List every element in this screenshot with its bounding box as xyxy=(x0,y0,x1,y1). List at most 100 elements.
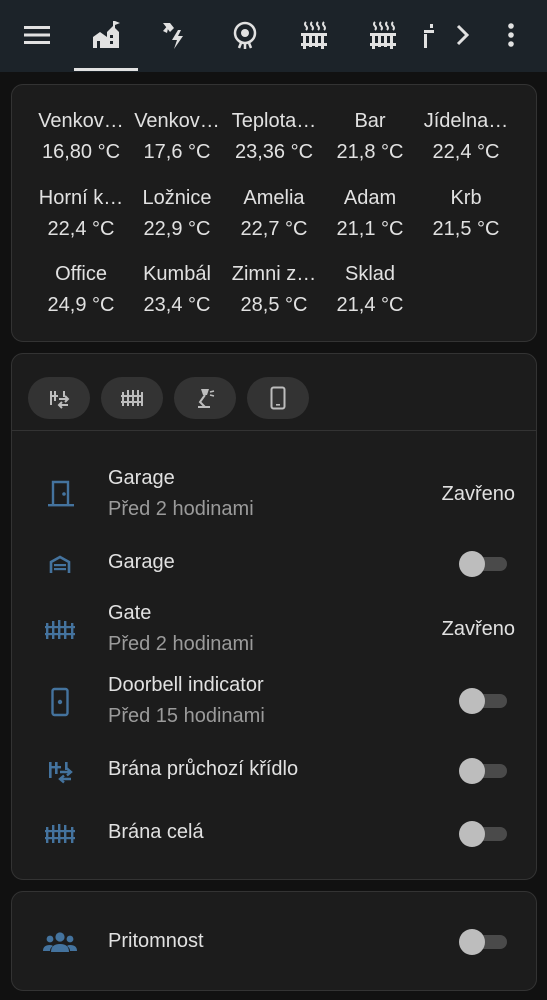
sensor-item[interactable]: Horní k… 22,4 °C xyxy=(33,186,129,241)
entity-row-presence[interactable]: Pritomnost xyxy=(12,910,536,970)
sensor-name: Adam xyxy=(343,187,397,209)
sensor-value: 28,5 °C xyxy=(240,294,308,316)
toggle-switch[interactable] xyxy=(459,756,509,784)
lightning-bolt-icon xyxy=(163,23,183,49)
sensor-value: 23,4 °C xyxy=(143,294,211,316)
sensor-item[interactable]: Venkov… 17,6 °C xyxy=(129,109,225,164)
divider xyxy=(12,430,536,431)
sensor-name: Venkov… xyxy=(134,110,220,132)
sensor-name: Bar xyxy=(354,110,386,132)
sensor-value: 22,4 °C xyxy=(432,141,500,163)
door-icon xyxy=(42,475,78,511)
sensor-name: Zimni z… xyxy=(231,263,317,285)
sensor-value: 21,5 °C xyxy=(432,218,500,240)
active-tab-indicator xyxy=(74,68,138,71)
desk-lamp-icon xyxy=(198,389,215,408)
sensor-item[interactable]: Amelia 22,7 °C xyxy=(226,186,322,241)
toggle-switch[interactable] xyxy=(459,819,509,847)
radiator-icon xyxy=(301,21,327,49)
entity-row-gate-full[interactable]: Brána celá xyxy=(12,802,536,862)
tab-heating-2[interactable] xyxy=(358,10,408,60)
garage-icon xyxy=(42,546,78,582)
sensor-name: Venkov… xyxy=(38,110,124,132)
sensor-item[interactable]: Zimni z… 28,5 °C xyxy=(226,262,322,317)
entity-state: Zavřeno xyxy=(441,618,515,640)
sensor-name: Horní k… xyxy=(38,187,124,209)
top-app-bar xyxy=(0,0,547,72)
sensor-value: 23,36 °C xyxy=(234,141,314,163)
toggle-knob xyxy=(459,758,485,784)
entity-row-garage-switch[interactable]: Garage xyxy=(12,532,536,592)
entity-last-changed: Před 2 hodinami xyxy=(108,633,254,655)
sensor-value: 22,9 °C xyxy=(143,218,211,240)
chip-desk-lamp[interactable] xyxy=(174,377,236,419)
gate-arrow-icon xyxy=(42,753,78,789)
chip-cellphone[interactable] xyxy=(247,377,309,419)
entities-card: Garage Před 2 hodinami Zavřeno Garage Ga… xyxy=(11,353,537,880)
entity-name: Brána celá xyxy=(108,821,204,843)
sensor-item[interactable]: Teplota… 23,36 °C xyxy=(226,109,322,164)
dots-vertical-icon[interactable] xyxy=(486,10,536,60)
presence-card: Pritomnost xyxy=(11,891,537,991)
cellphone-icon xyxy=(270,386,286,410)
sensor-name: Ložnice xyxy=(142,187,212,209)
partial-icon xyxy=(424,24,434,48)
sensor-name: Krb xyxy=(450,187,482,209)
toggle-knob xyxy=(459,688,485,714)
entity-row-doorbell[interactable]: Doorbell indicator Před 15 hodinami xyxy=(12,670,536,730)
gate-icon xyxy=(42,816,78,852)
sensor-value: 17,6 °C xyxy=(143,141,211,163)
entity-row-gate-pedestrian[interactable]: Brána průchozí křídlo xyxy=(12,739,536,799)
hamburger-menu-icon[interactable] xyxy=(12,10,62,60)
sensor-item[interactable]: Ložnice 22,9 °C xyxy=(129,186,225,241)
entity-row-gate[interactable]: Gate Před 2 hodinami Zavřeno xyxy=(12,598,536,658)
toggle-switch[interactable] xyxy=(459,549,509,577)
sensor-name: Teplota… xyxy=(231,110,317,132)
toggle-switch[interactable] xyxy=(459,686,509,714)
sensor-item[interactable]: Sklad 21,4 °C xyxy=(322,262,418,317)
sensor-item[interactable]: Adam 21,1 °C xyxy=(322,186,418,241)
chip-gate[interactable] xyxy=(101,377,163,419)
sensor-value: 21,8 °C xyxy=(336,141,404,163)
gate-icon xyxy=(121,390,143,406)
entity-last-changed: Před 2 hodinami xyxy=(108,498,254,520)
gate-icon xyxy=(42,612,78,648)
sensor-value: 21,4 °C xyxy=(336,294,404,316)
ceiling-light-icon xyxy=(233,21,257,49)
entity-row-garage-door[interactable]: Garage Před 2 hodinami Zavřeno xyxy=(12,462,536,522)
entity-name: Brána průchozí křídlo xyxy=(108,758,299,780)
tab-home-garden[interactable] xyxy=(81,10,131,60)
entity-name: Pritomnost xyxy=(108,930,204,952)
toggle-knob xyxy=(459,929,485,955)
sensor-name: Kumbál xyxy=(143,263,211,285)
sensor-name: Amelia xyxy=(243,187,305,209)
entity-name: Garage xyxy=(108,551,175,573)
account-group-icon xyxy=(42,924,78,960)
sensor-item[interactable]: Venkov… 16,80 °C xyxy=(33,109,129,164)
entity-name: Doorbell indicator xyxy=(108,674,264,696)
tab-lights[interactable] xyxy=(220,10,270,60)
entity-name: Gate xyxy=(108,602,152,624)
home-garden-icon xyxy=(93,21,120,48)
entity-name: Garage xyxy=(108,467,175,489)
sensor-name: Jídelna… xyxy=(423,110,509,132)
doorbell-icon xyxy=(42,684,78,720)
sensor-value: 21,1 °C xyxy=(336,218,404,240)
sensor-item[interactable]: Krb 21,5 °C xyxy=(418,186,514,241)
sensor-item[interactable]: Jídelna… 22,4 °C xyxy=(418,109,514,164)
sensor-value: 22,7 °C xyxy=(240,218,308,240)
sensor-item[interactable]: Office 24,9 °C xyxy=(33,262,129,317)
radiator-icon xyxy=(370,21,396,49)
chevron-right-icon[interactable] xyxy=(440,10,484,60)
chip-gate-arrow[interactable] xyxy=(28,377,90,419)
gate-arrow-icon xyxy=(50,391,70,409)
tab-energy[interactable] xyxy=(150,10,200,60)
toggle-switch[interactable] xyxy=(459,927,509,955)
sensor-value: 16,80 °C xyxy=(41,141,121,163)
toggle-knob xyxy=(459,551,485,577)
sensor-item[interactable]: Bar 21,8 °C xyxy=(322,109,418,164)
tab-heating-1[interactable] xyxy=(289,10,339,60)
toggle-knob xyxy=(459,821,485,847)
sensor-value: 24,9 °C xyxy=(47,294,115,316)
sensor-item[interactable]: Kumbál 23,4 °C xyxy=(129,262,225,317)
